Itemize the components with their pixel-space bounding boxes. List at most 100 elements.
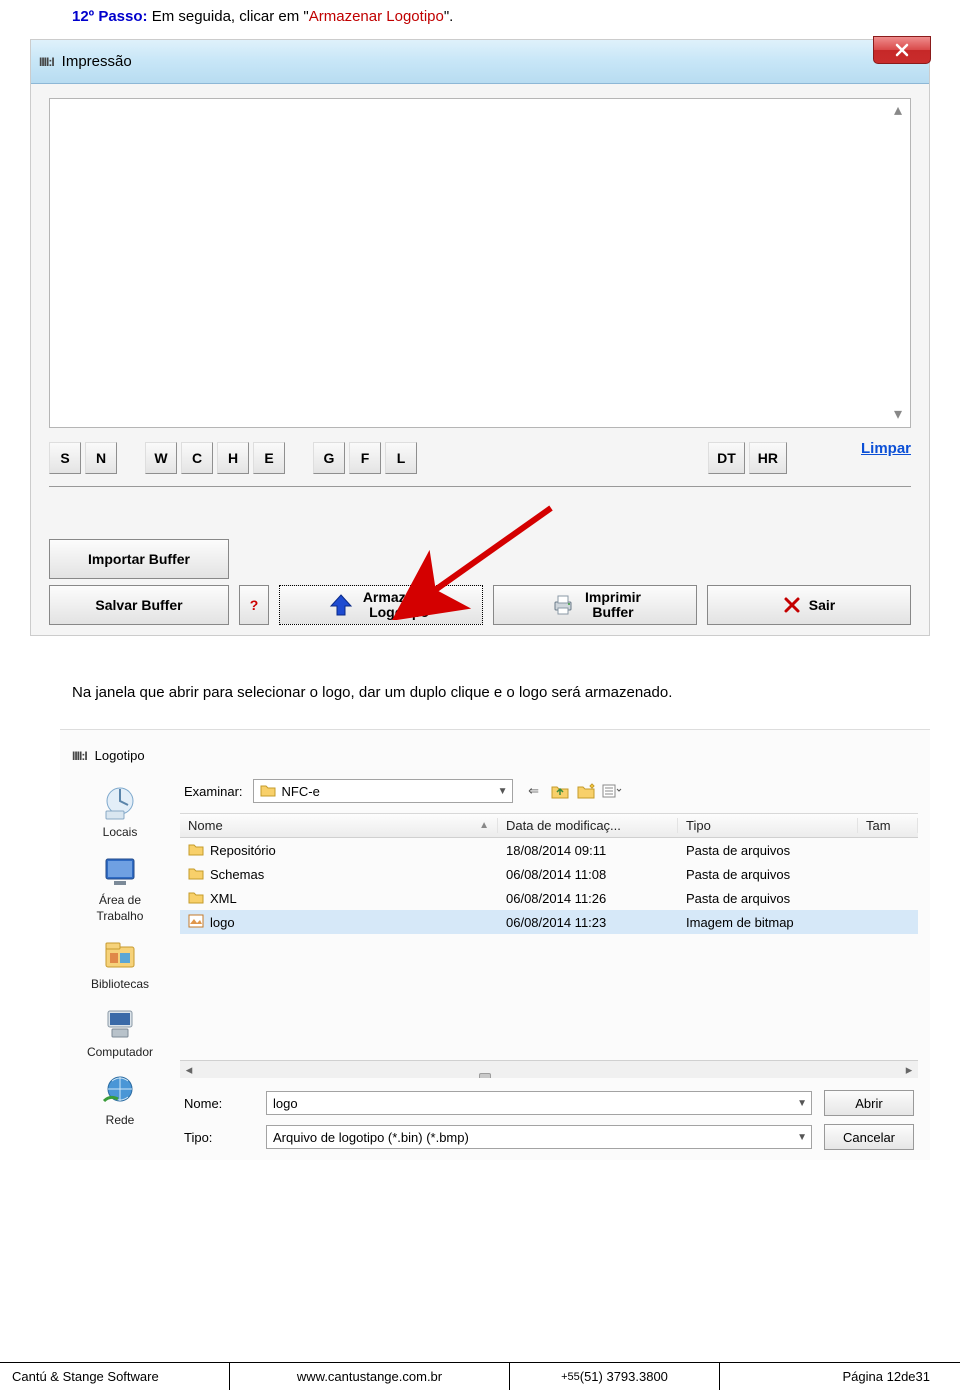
back-icon[interactable]: ⇐ — [523, 781, 545, 801]
up-arrow-icon — [327, 591, 355, 619]
title-bar: IIII:I Impressão — [31, 40, 929, 84]
tipo-label: Tipo: — [184, 1130, 254, 1145]
examinar-combo[interactable]: NFC-e ▼ — [253, 779, 513, 803]
folder-icon — [188, 866, 204, 883]
importar-buffer-button[interactable]: Importar Buffer — [49, 539, 229, 579]
footer-phone: +55 (51) 3793.3800 — [510, 1363, 720, 1390]
new-folder-icon[interactable] — [575, 781, 597, 801]
scrollbar-thumb[interactable] — [479, 1073, 491, 1079]
close-icon — [894, 42, 910, 58]
file-row[interactable]: XML 06/08/2014 11:26 Pasta de arquivos — [180, 886, 918, 910]
x-icon — [783, 596, 801, 614]
logotipo-dialog: IIII:I Logotipo Locais Área de Trabalho … — [60, 729, 930, 1160]
letter-btn-dt[interactable]: DT — [708, 442, 745, 474]
up-folder-icon[interactable] — [549, 781, 571, 801]
printer-icon — [549, 591, 577, 619]
abrir-button[interactable]: Abrir — [824, 1090, 914, 1116]
file-row-selected[interactable]: logo 06/08/2014 11:23 Imagem de bitmap — [180, 910, 918, 934]
nome-value: logo — [273, 1096, 298, 1111]
place-label: Rede — [106, 1113, 135, 1127]
window-title: Impressão — [62, 53, 132, 70]
place-label-b: Trabalho — [97, 909, 144, 923]
sair-label: Sair — [809, 597, 835, 613]
letter-btn-s[interactable]: S — [49, 442, 81, 474]
sair-button[interactable]: Sair — [707, 585, 911, 625]
imprimir-l2: Buffer — [592, 604, 633, 620]
instr-text-before: Em seguida, clicar em " — [148, 8, 309, 25]
place-label-a: Área de — [99, 893, 141, 907]
instr-text-after: ". — [444, 8, 454, 25]
instruction-line: 12º Passo: Em seguida, clicar em "Armaze… — [0, 0, 960, 39]
letter-toolbar: S N W C H E G F L DT HR Limpar — [49, 442, 911, 487]
preview-textarea[interactable]: ▴ ▾ — [49, 98, 911, 428]
folder-icon — [260, 783, 276, 800]
place-label: Locais — [103, 825, 138, 839]
client-area: ▴ ▾ S N W C H E G F L DT HR Limpar Impor… — [31, 84, 929, 635]
footer-url: www.cantustange.com.br — [230, 1363, 510, 1390]
nome-label: Nome: — [184, 1096, 254, 1111]
scroll-right-icon[interactable]: ▸ — [900, 1062, 918, 1078]
col-data: Data de modificaç... — [498, 818, 678, 833]
imprimir-buffer-button[interactable]: Imprimir Buffer — [493, 585, 697, 625]
dropdown-icon: ▼ — [797, 1098, 807, 1109]
folder-icon — [188, 842, 204, 859]
file-row[interactable]: Repositório 18/08/2014 09:11 Pasta de ar… — [180, 838, 918, 862]
scroll-up-icon[interactable]: ▴ — [890, 103, 906, 119]
image-file-icon — [188, 914, 204, 931]
letter-btn-c[interactable]: C — [181, 442, 213, 474]
dropdown-icon: ▼ — [498, 786, 508, 797]
lower-button-bar: Importar Buffer Salvar Buffer ? Armazena… — [49, 539, 911, 625]
col-tipo: Tipo — [678, 818, 858, 833]
place-rede[interactable]: Rede — [96, 1067, 144, 1131]
file-list-header[interactable]: Nome▲ Data de modificaç... Tipo Tam — [180, 814, 918, 838]
dropdown-icon: ▼ — [797, 1132, 807, 1143]
footer-company: Cantú & Stange Software — [0, 1363, 230, 1390]
salvar-buffer-button[interactable]: Salvar Buffer — [49, 585, 229, 625]
letter-btn-l[interactable]: L — [385, 442, 417, 474]
instr-quoted: Armazenar Logotipo — [309, 8, 444, 25]
limpar-link[interactable]: Limpar — [861, 440, 911, 457]
instruction-text-2: Na janela que abrir para selecionar o lo… — [0, 636, 960, 729]
letter-btn-g[interactable]: G — [313, 442, 345, 474]
letter-btn-f[interactable]: F — [349, 442, 381, 474]
imprimir-l1: Imprimir — [585, 589, 641, 605]
place-computador[interactable]: Computador — [85, 999, 155, 1063]
close-button[interactable] — [873, 36, 931, 64]
place-locais[interactable]: Locais — [96, 779, 144, 843]
file-list-body[interactable]: Repositório 18/08/2014 09:11 Pasta de ar… — [180, 838, 918, 1078]
tipo-value: Arquivo de logotipo (*.bin) (*.bmp) — [273, 1130, 469, 1145]
scroll-left-icon[interactable]: ◂ — [180, 1062, 198, 1078]
col-nome: Nome▲ — [180, 818, 498, 833]
nome-combo[interactable]: logo ▼ — [266, 1091, 812, 1115]
app-icon: IIII:I — [72, 749, 87, 763]
toolbar-icons: ⇐ — [523, 781, 623, 801]
view-menu-icon[interactable] — [601, 781, 623, 801]
place-desktop[interactable]: Área de Trabalho — [95, 847, 146, 927]
tipo-combo[interactable]: Arquivo de logotipo (*.bin) (*.bmp) ▼ — [266, 1125, 812, 1149]
letter-btn-w[interactable]: W — [145, 442, 177, 474]
dialog-bottom-rows: Nome: logo ▼ Abrir Tipo: Arquivo de logo… — [180, 1078, 918, 1154]
horizontal-scrollbar[interactable]: ◂ ▸ — [180, 1060, 918, 1078]
page-footer: Cantú & Stange Software www.cantustange.… — [0, 1362, 960, 1390]
cancelar-button[interactable]: Cancelar — [824, 1124, 914, 1150]
col-tam: Tam — [858, 818, 918, 833]
letter-btn-hr[interactable]: HR — [749, 442, 787, 474]
folder-icon — [188, 890, 204, 907]
file-row[interactable]: Schemas 06/08/2014 11:08 Pasta de arquiv… — [180, 862, 918, 886]
letter-btn-n[interactable]: N — [85, 442, 117, 474]
armazenar-l2: Logotipo — [369, 604, 429, 620]
examinar-value: NFC-e — [282, 784, 320, 799]
place-label: Bibliotecas — [91, 977, 149, 991]
armazenar-logotipo-button[interactable]: Armazenar Logotipo — [279, 585, 483, 625]
scroll-down-icon[interactable]: ▾ — [890, 407, 906, 423]
letter-btn-h[interactable]: H — [217, 442, 249, 474]
places-bar: Locais Área de Trabalho Bibliotecas Comp… — [66, 779, 174, 1154]
help-button[interactable]: ? — [239, 585, 269, 625]
place-label: Computador — [87, 1045, 153, 1059]
footer-page: Página 12 de 31 — [720, 1363, 960, 1390]
sort-asc-icon: ▲ — [479, 820, 489, 831]
step-label: 12º Passo: — [72, 8, 148, 25]
letter-btn-e[interactable]: E — [253, 442, 285, 474]
place-bibliotecas[interactable]: Bibliotecas — [89, 931, 151, 995]
examinar-label: Examinar: — [184, 784, 243, 799]
